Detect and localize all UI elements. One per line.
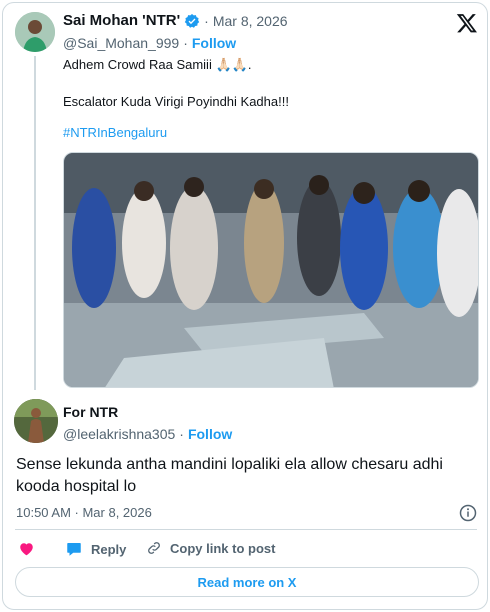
info-icon[interactable] bbox=[459, 504, 477, 522]
read-more-button[interactable]: Read more on X bbox=[15, 567, 479, 597]
divider bbox=[15, 529, 477, 530]
reply-bubble-icon bbox=[65, 540, 83, 558]
reply-timestamp[interactable]: 10:50 AM · Mar 8, 2026 bbox=[16, 505, 152, 520]
copy-link-button[interactable]: Copy link to post bbox=[146, 540, 275, 556]
hashtag-link[interactable]: #NTRInBengaluru bbox=[63, 125, 167, 140]
reply-tweet-text: Sense lekunda antha mandini lopaliki ela… bbox=[16, 456, 443, 495]
thread-connector-line bbox=[34, 56, 36, 390]
separator-dot: · bbox=[204, 12, 209, 29]
quoted-tweet-date[interactable]: Mar 8, 2026 bbox=[213, 13, 288, 29]
reply-label: Reply bbox=[91, 541, 127, 557]
quoted-author-name[interactable]: Sai Mohan 'NTR' bbox=[63, 12, 180, 29]
x-logo-icon[interactable] bbox=[456, 12, 478, 34]
avatar[interactable] bbox=[14, 399, 58, 443]
reply-author-handle[interactable]: @leelakrishna305 bbox=[63, 426, 175, 442]
quoted-tweet-text-line-1: Adhem Crowd Raa Samiii 🙏🏻🙏🏻. bbox=[63, 57, 252, 72]
reply-author-name[interactable]: For NTR bbox=[63, 404, 118, 420]
quoted-author-handle[interactable]: @Sai_Mohan_999 bbox=[63, 35, 179, 51]
follow-button[interactable]: Follow bbox=[188, 426, 232, 442]
heart-icon bbox=[18, 540, 35, 557]
avatar[interactable] bbox=[15, 12, 55, 52]
verified-badge-icon bbox=[184, 13, 200, 29]
quoted-tweet-text-line-2: Escalator Kuda Virigi Poyindhi Kadha!!! bbox=[63, 94, 289, 109]
tweet-media-image[interactable] bbox=[63, 152, 479, 388]
copy-link-label: Copy link to post bbox=[170, 540, 276, 556]
separator-dot: · bbox=[179, 426, 184, 442]
follow-button[interactable]: Follow bbox=[192, 35, 236, 51]
separator-dot: · bbox=[183, 35, 188, 51]
reply-button[interactable]: Reply bbox=[65, 540, 126, 558]
like-button[interactable] bbox=[18, 540, 35, 557]
link-icon bbox=[146, 540, 162, 556]
